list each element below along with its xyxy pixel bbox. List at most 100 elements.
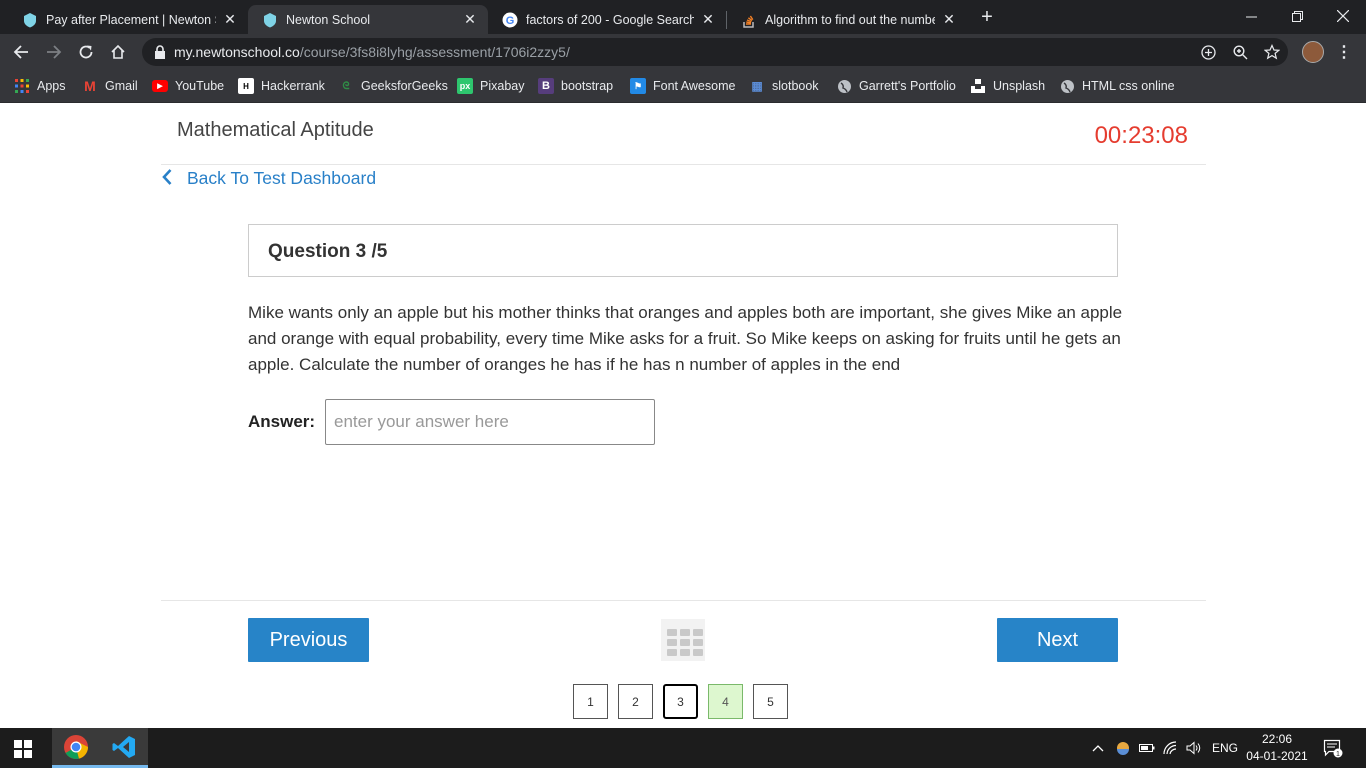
arrow-left-icon [13,45,28,59]
address-bar[interactable]: my.newtonschool.co/course/3fs8i8lyhg/ass… [142,38,1288,66]
bookmark-font-awesome[interactable]: ⚑ Font Awesome [630,77,735,95]
close-icon[interactable]: ✕ [941,11,957,28]
bookmark-gmail[interactable]: M Gmail [82,77,138,95]
browser-tab-bar: Pay after Placement | Newton Sch ✕ Newto… [0,0,1366,34]
footer-divider [161,600,1206,601]
assessment-page: Mathematical Aptitude 00:23:08 Back To T… [0,103,1366,728]
countdown-timer: 00:23:08 [1094,122,1188,149]
newton-school-icon [262,12,278,28]
tab-newton-school[interactable]: Newton School ✕ [248,5,488,34]
flag-icon: ⚑ [630,78,646,94]
bookmark-label: bootstrap [561,79,614,93]
back-to-dashboard-link[interactable]: Back To Test Dashboard [161,168,376,189]
close-icon [1337,10,1349,22]
page-button-3[interactable]: 3 [663,684,698,719]
home-button[interactable] [106,40,130,64]
tab-title: Algorithm to find out the numbe [765,12,935,27]
url-text: my.newtonschool.co/course/3fs8i8lyhg/ass… [174,44,570,60]
chrome-taskbar-button[interactable] [52,728,100,768]
hackerrank-icon: H [238,78,254,94]
back-link-label: Back To Test Dashboard [187,168,377,188]
previous-button[interactable]: Previous [248,618,369,662]
close-window-button[interactable] [1320,0,1366,32]
question-number: Question 3 /5 [268,241,388,262]
zoom-icon[interactable] [1231,43,1249,61]
notification-count: 1 [1336,751,1340,758]
bookmark-garretts-portfolio[interactable]: Garrett's Portfolio [836,77,956,95]
bookmark-label: YouTube [175,79,225,93]
vscode-taskbar-button[interactable] [100,728,148,768]
bookmark-slotbook[interactable]: ▦ slotbook [749,77,819,95]
bookmark-label: GeeksforGeeks [361,79,448,93]
answer-input[interactable] [325,399,655,445]
close-icon[interactable]: ✕ [462,11,478,28]
tab-google-search[interactable]: G factors of 200 - Google Search ✕ [488,5,726,34]
close-icon[interactable]: ✕ [222,11,238,28]
notifications-icon[interactable]: 1 [1323,728,1343,768]
tab-pay-after-placement[interactable]: Pay after Placement | Newton Sch ✕ [8,5,248,34]
bookmark-apps[interactable]: Apps [14,77,66,95]
tab-algorithm[interactable]: Algorithm to find out the numbe ✕ [727,5,967,34]
input-language[interactable]: ENG [1212,728,1238,768]
tab-title: factors of 200 - Google Search [526,12,694,27]
battery-icon[interactable] [1139,728,1155,768]
question-pager: 1 2 3 4 5 [573,684,788,719]
next-button[interactable]: Next [997,618,1118,662]
windows-start-icon[interactable] [14,740,32,758]
profile-avatar[interactable] [1302,41,1324,63]
bookmark-label: slotbook [772,79,819,93]
back-button[interactable] [9,40,33,64]
bookmark-youtube[interactable]: ▶ YouTube [152,77,224,95]
show-hidden-icons-icon[interactable] [1092,728,1104,768]
bookmark-label: Unsplash [993,79,1046,93]
globe-icon [1059,78,1075,94]
system-clock[interactable]: 22:06 04-01-2021 [1244,731,1310,765]
unsplash-icon [970,78,986,94]
restore-window-button[interactable] [1274,0,1320,32]
clock-date: 04-01-2021 [1246,749,1308,763]
bookmark-bootstrap[interactable]: B bootstrap [538,77,613,95]
reload-button[interactable] [74,40,98,64]
bookmark-label: Garrett's Portfolio [859,79,956,93]
vscode-icon [112,735,135,758]
page-button-2[interactable]: 2 [618,684,653,719]
forward-button[interactable] [42,40,66,64]
bookmark-pixabay[interactable]: px Pixabay [457,77,524,95]
bookmark-html-css-online[interactable]: HTML css online [1059,77,1175,95]
arrow-right-icon [47,45,62,59]
header-divider [161,164,1206,165]
chevron-left-icon [161,168,175,189]
newton-school-icon [22,12,38,28]
add-icon[interactable] [1199,43,1217,61]
wifi-icon[interactable] [1162,728,1178,768]
new-tab-button[interactable]: + [976,6,998,29]
google-icon: G [502,12,518,28]
chrome-icon [64,734,88,759]
close-icon[interactable]: ✕ [700,11,716,28]
url-path: /course/3fs8i8lyhg/assessment/1706i2zzy5… [299,44,570,60]
globe-icon [836,78,852,94]
bookmark-unsplash[interactable]: Unsplash [970,77,1045,95]
restore-icon [1291,10,1303,22]
bookmark-hackerrank[interactable]: H Hackerrank [238,77,325,95]
question-grid-icon[interactable] [661,619,705,661]
browser-toolbar: my.newtonschool.co/course/3fs8i8lyhg/ass… [0,34,1366,70]
page-button-5[interactable]: 5 [753,684,788,719]
bookmark-geeksforgeeks[interactable]: ᘓ GeeksforGeeks [338,77,448,95]
volume-icon[interactable] [1186,728,1202,768]
lock-icon[interactable] [154,45,166,59]
minimize-window-button[interactable] [1228,0,1274,32]
bookmark-label: Apps [37,79,66,93]
page-button-4[interactable]: 4 [708,684,743,719]
gmail-icon: M [84,78,96,94]
slotbook-icon: ▦ [751,79,763,93]
bookmarks-bar: Apps M Gmail ▶ YouTube H Hackerrank ᘓ Ge… [0,70,1366,103]
geeksforgeeks-icon: ᘓ [342,80,350,92]
more-options-icon[interactable]: ⋮ [1336,42,1352,62]
tab-title: Newton School [286,12,371,27]
bookmark-label: Gmail [105,79,138,93]
page-button-1[interactable]: 1 [573,684,608,719]
clock-time: 22:06 [1261,732,1293,746]
weather-icon[interactable] [1115,728,1131,768]
star-icon[interactable] [1263,43,1281,61]
